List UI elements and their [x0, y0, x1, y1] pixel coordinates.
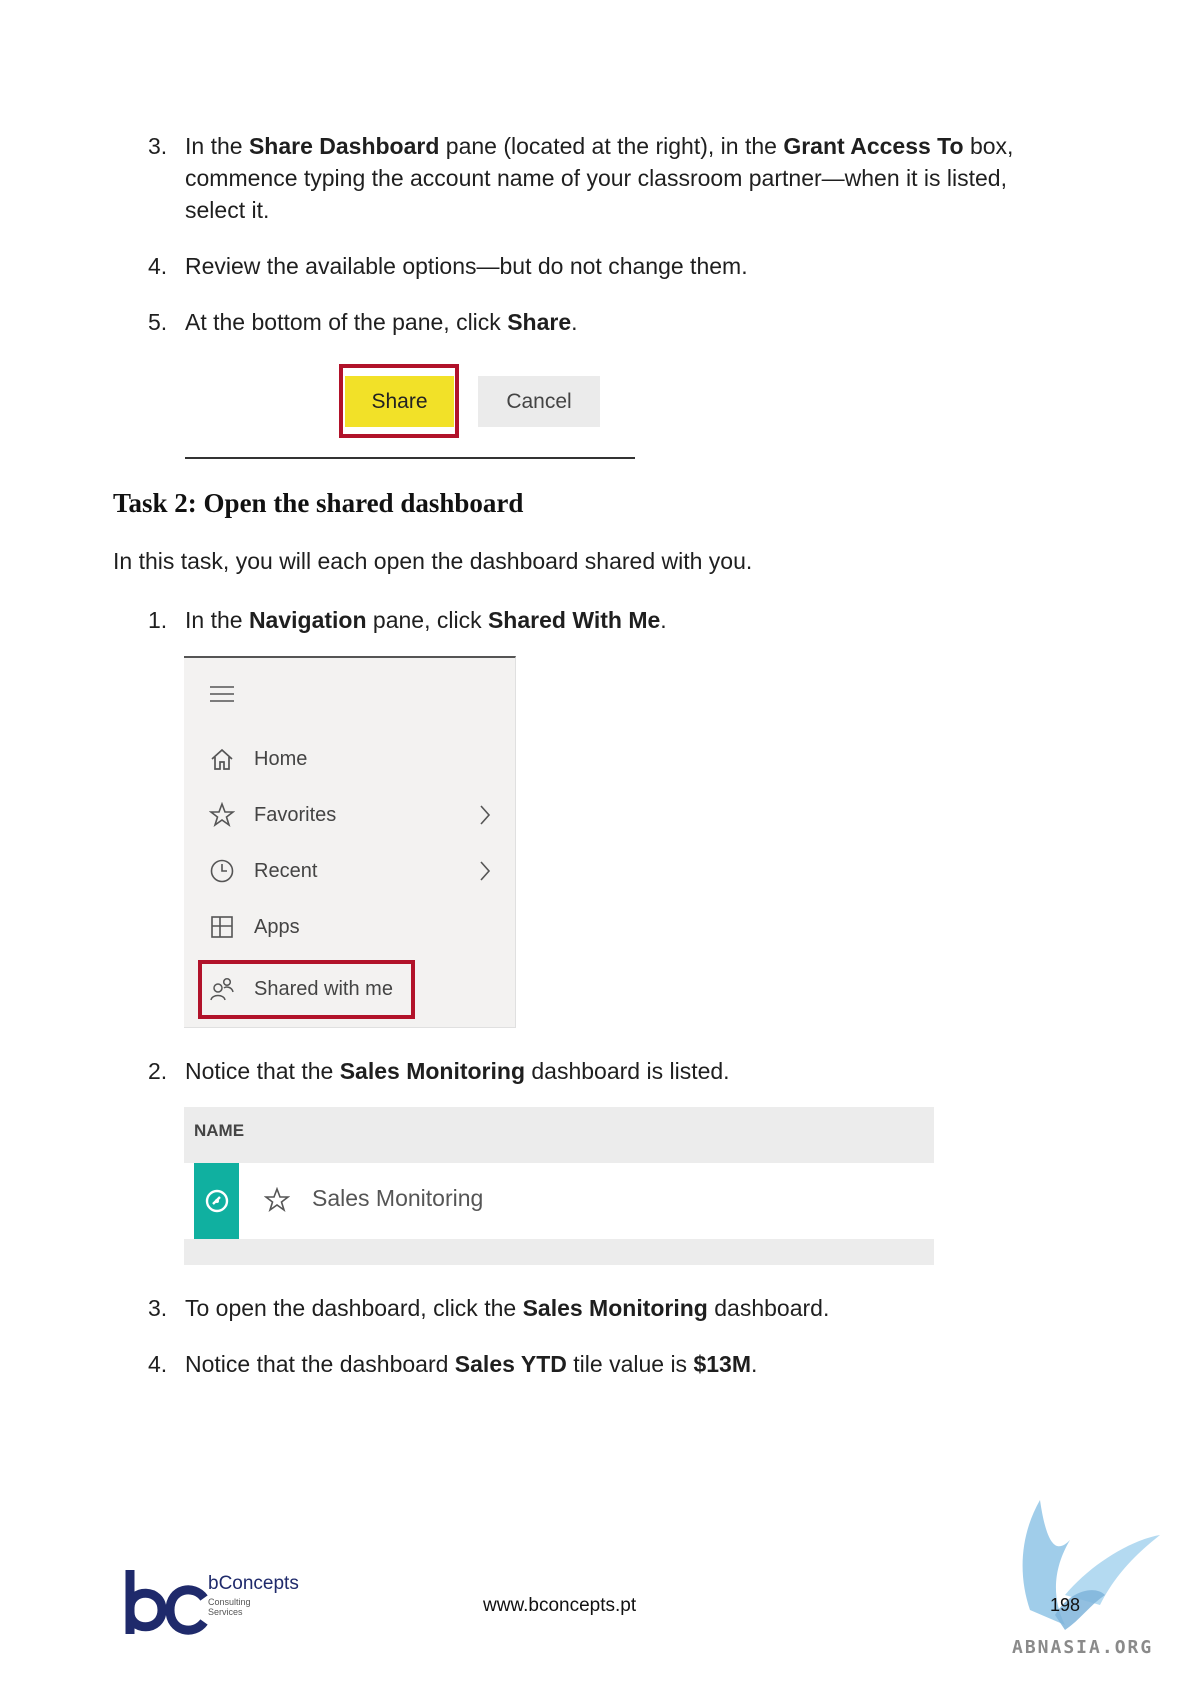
nav-label: Apps — [254, 915, 300, 938]
task-heading: Task 2: Open the shared dashboard — [113, 488, 524, 518]
nav-label: Home — [254, 747, 308, 770]
text: At the bottom of the pane, click — [185, 309, 508, 335]
bold-shared-with-me: Shared With Me — [487, 607, 661, 633]
chevron-right-icon[interactable] — [478, 804, 492, 832]
text: In the — [185, 607, 249, 633]
step-text: In the Navigation pane, click Shared Wit… — [185, 604, 667, 636]
brand-subtitle: Consulting Services — [208, 1597, 251, 1617]
nav-item-recent[interactable]: Recent — [208, 856, 508, 886]
step-text: Notice that the dashboard Sales YTD tile… — [185, 1348, 757, 1380]
bold-sales-monitoring: Sales Monitoring — [339, 1058, 525, 1084]
star-icon — [208, 801, 236, 829]
nav-label: Recent — [254, 859, 318, 882]
shared-with-me-highlight-box — [198, 960, 415, 1019]
step-text: Review the available options—but do not … — [185, 253, 748, 279]
step-text: To open the dashboard, click the Sales M… — [185, 1292, 829, 1324]
text: . — [660, 607, 667, 633]
text: pane, click — [366, 607, 488, 633]
chevron-right-icon[interactable] — [478, 860, 492, 888]
bold-value: $13M — [693, 1351, 751, 1377]
text: In the — [185, 133, 249, 159]
bold-share-dashboard: Share Dashboard — [248, 133, 440, 159]
home-icon — [208, 745, 236, 773]
nav-label: Favorites — [254, 803, 337, 826]
task-intro: In this task, you will each open the das… — [113, 548, 753, 574]
divider — [185, 457, 635, 459]
page-number: 198 — [1050, 1595, 1081, 1615]
dashboard-list: NAME Sales Monitoring — [184, 1107, 934, 1265]
cancel-button[interactable]: Cancel — [478, 376, 600, 427]
bold-sales-monitoring: Sales Monitoring — [522, 1295, 708, 1321]
apps-icon — [208, 913, 236, 941]
bold-sales-ytd: Sales YTD — [454, 1351, 567, 1377]
favorite-star-icon[interactable] — [263, 1186, 291, 1218]
text: . — [751, 1351, 758, 1377]
share-highlight-box — [339, 364, 459, 438]
text: Notice that the dashboard — [185, 1351, 455, 1377]
step-number: 1. — [148, 607, 168, 633]
text: pane (located at the right), in the — [439, 133, 784, 159]
navigation-pane: Home Favorites Recent Apps Shared with m… — [184, 656, 516, 1028]
step-line-1: In the Share Dashboard pane (located at … — [185, 130, 1085, 162]
step-number: 3. — [148, 133, 168, 159]
step-text: At the bottom of the pane, click Share. — [185, 306, 578, 338]
step-number: 2. — [148, 1058, 168, 1084]
bold-grant-access: Grant Access To — [783, 133, 964, 159]
step-text: Notice that the Sales Monitoring dashboa… — [185, 1055, 730, 1087]
step-line-3: select it. — [185, 197, 270, 223]
hamburger-menu-icon[interactable] — [208, 684, 236, 709]
text: box, — [963, 133, 1014, 159]
text: . — [571, 309, 578, 335]
step-line-2: commence typing the account name of your… — [185, 165, 1007, 191]
share-cancel-screenshot: Share Cancel — [185, 360, 635, 460]
bold-share: Share — [507, 309, 572, 335]
dashboard-tile-icon — [194, 1163, 239, 1239]
list-item[interactable]: Sales Monitoring — [184, 1163, 934, 1239]
bold-navigation: Navigation — [248, 607, 367, 633]
watermark-text: ABNASIA.ORG — [1012, 1637, 1154, 1658]
step-number: 4. — [148, 253, 168, 279]
text: To open the dashboard, click the — [185, 1295, 523, 1321]
step-number: 3. — [148, 1295, 168, 1321]
watermark-bird-logo — [1010, 1495, 1165, 1655]
text: Notice that the — [185, 1058, 340, 1084]
clock-icon — [208, 857, 236, 885]
text: tile value is — [566, 1351, 694, 1377]
nav-item-favorites[interactable]: Favorites — [208, 800, 508, 830]
text: dashboard. — [707, 1295, 830, 1321]
text: dashboard is listed. — [525, 1058, 730, 1084]
brand-name: bConcepts — [208, 1573, 299, 1594]
dashboard-name[interactable]: Sales Monitoring — [312, 1185, 483, 1212]
column-header-name[interactable]: NAME — [194, 1121, 244, 1141]
step-number: 5. — [148, 309, 168, 335]
website-url: www.bconcepts.pt — [483, 1595, 637, 1616]
step-number: 4. — [148, 1351, 168, 1377]
nav-item-apps[interactable]: Apps — [208, 912, 300, 942]
nav-item-home[interactable]: Home — [208, 744, 307, 774]
